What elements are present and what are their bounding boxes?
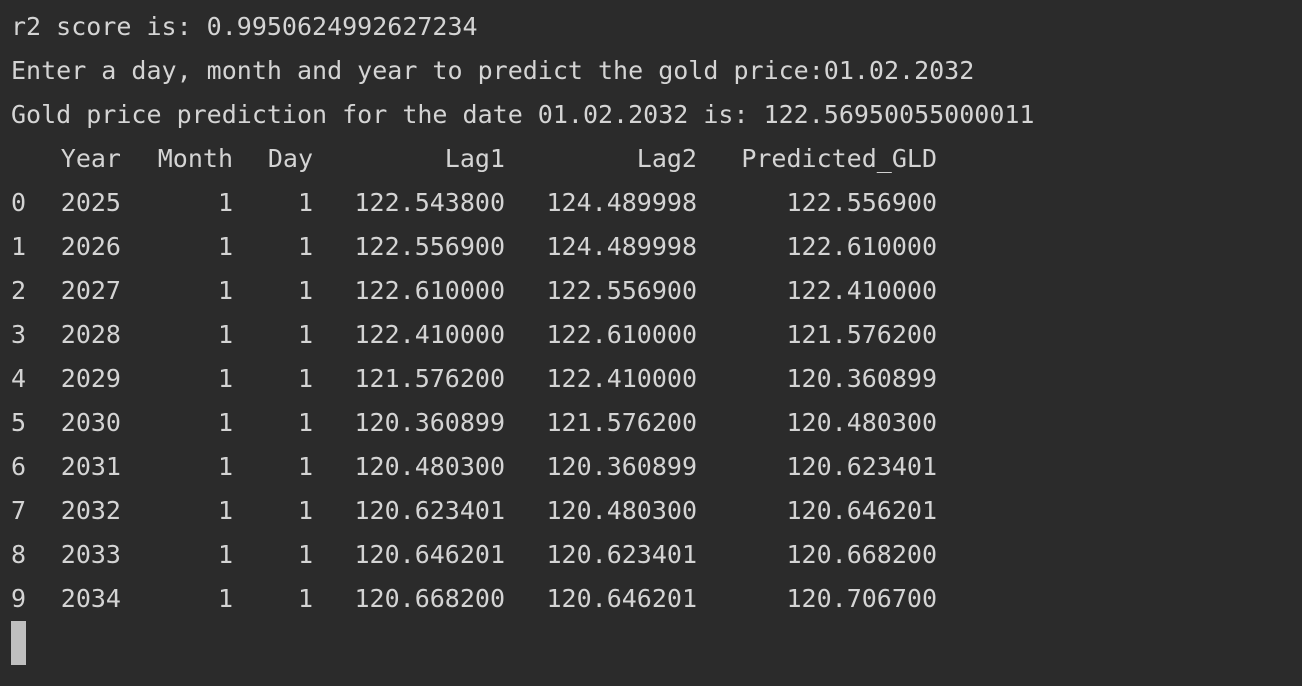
table-row: 3 2028 1 1 122.410000 122.610000 121.576… bbox=[11, 313, 1302, 357]
row-predicted-gld: 122.610000 bbox=[786, 232, 937, 261]
header-predicted-gld: Predicted_GLD bbox=[741, 144, 937, 173]
row-predicted-gld: 122.410000 bbox=[786, 276, 937, 305]
table-row: 1 2026 1 1 122.556900 124.489998 122.610… bbox=[11, 225, 1302, 269]
row-predicted-gld: 120.623401 bbox=[786, 452, 937, 481]
table-header-row: Year Month Day Lag1 Lag2 Predicted_GLD bbox=[11, 137, 1302, 181]
table-row: 7 2032 1 1 120.623401 120.480300 120.646… bbox=[11, 489, 1302, 533]
table-row: 6 2031 1 1 120.480300 120.360899 120.623… bbox=[11, 445, 1302, 489]
row-predicted-gld: 120.668200 bbox=[786, 540, 937, 569]
row-predicted-gld: 120.706700 bbox=[786, 584, 937, 613]
row-predicted-gld: 121.576200 bbox=[786, 320, 937, 349]
input-prompt-line: Enter a day, month and year to predict t… bbox=[11, 56, 975, 85]
table-row: 4 2029 1 1 121.576200 122.410000 120.360… bbox=[11, 357, 1302, 401]
console-output[interactable]: r2 score is: 0.9950624992627234 Enter a … bbox=[0, 0, 1302, 686]
table-row: 8 2033 1 1 120.646201 120.623401 120.668… bbox=[11, 533, 1302, 577]
table-row: 5 2030 1 1 120.360899 121.576200 120.480… bbox=[11, 401, 1302, 445]
row-predicted-gld: 120.480300 bbox=[786, 408, 937, 437]
row-predicted-gld: 120.646201 bbox=[786, 496, 937, 525]
table-row: 2 2027 1 1 122.610000 122.556900 122.410… bbox=[11, 269, 1302, 313]
table-row: 0 2025 1 1 122.543800 124.489998 122.556… bbox=[11, 181, 1302, 225]
prediction-result-line: Gold price prediction for the date 01.02… bbox=[11, 100, 1035, 129]
row-predicted-gld: 122.556900 bbox=[786, 188, 937, 217]
input-line[interactable] bbox=[11, 621, 1302, 665]
r2-score-line: r2 score is: 0.9950624992627234 bbox=[11, 12, 478, 41]
table-row: 9 2034 1 1 120.668200 120.646201 120.706… bbox=[11, 577, 1302, 621]
row-predicted-gld: 120.360899 bbox=[786, 364, 937, 393]
